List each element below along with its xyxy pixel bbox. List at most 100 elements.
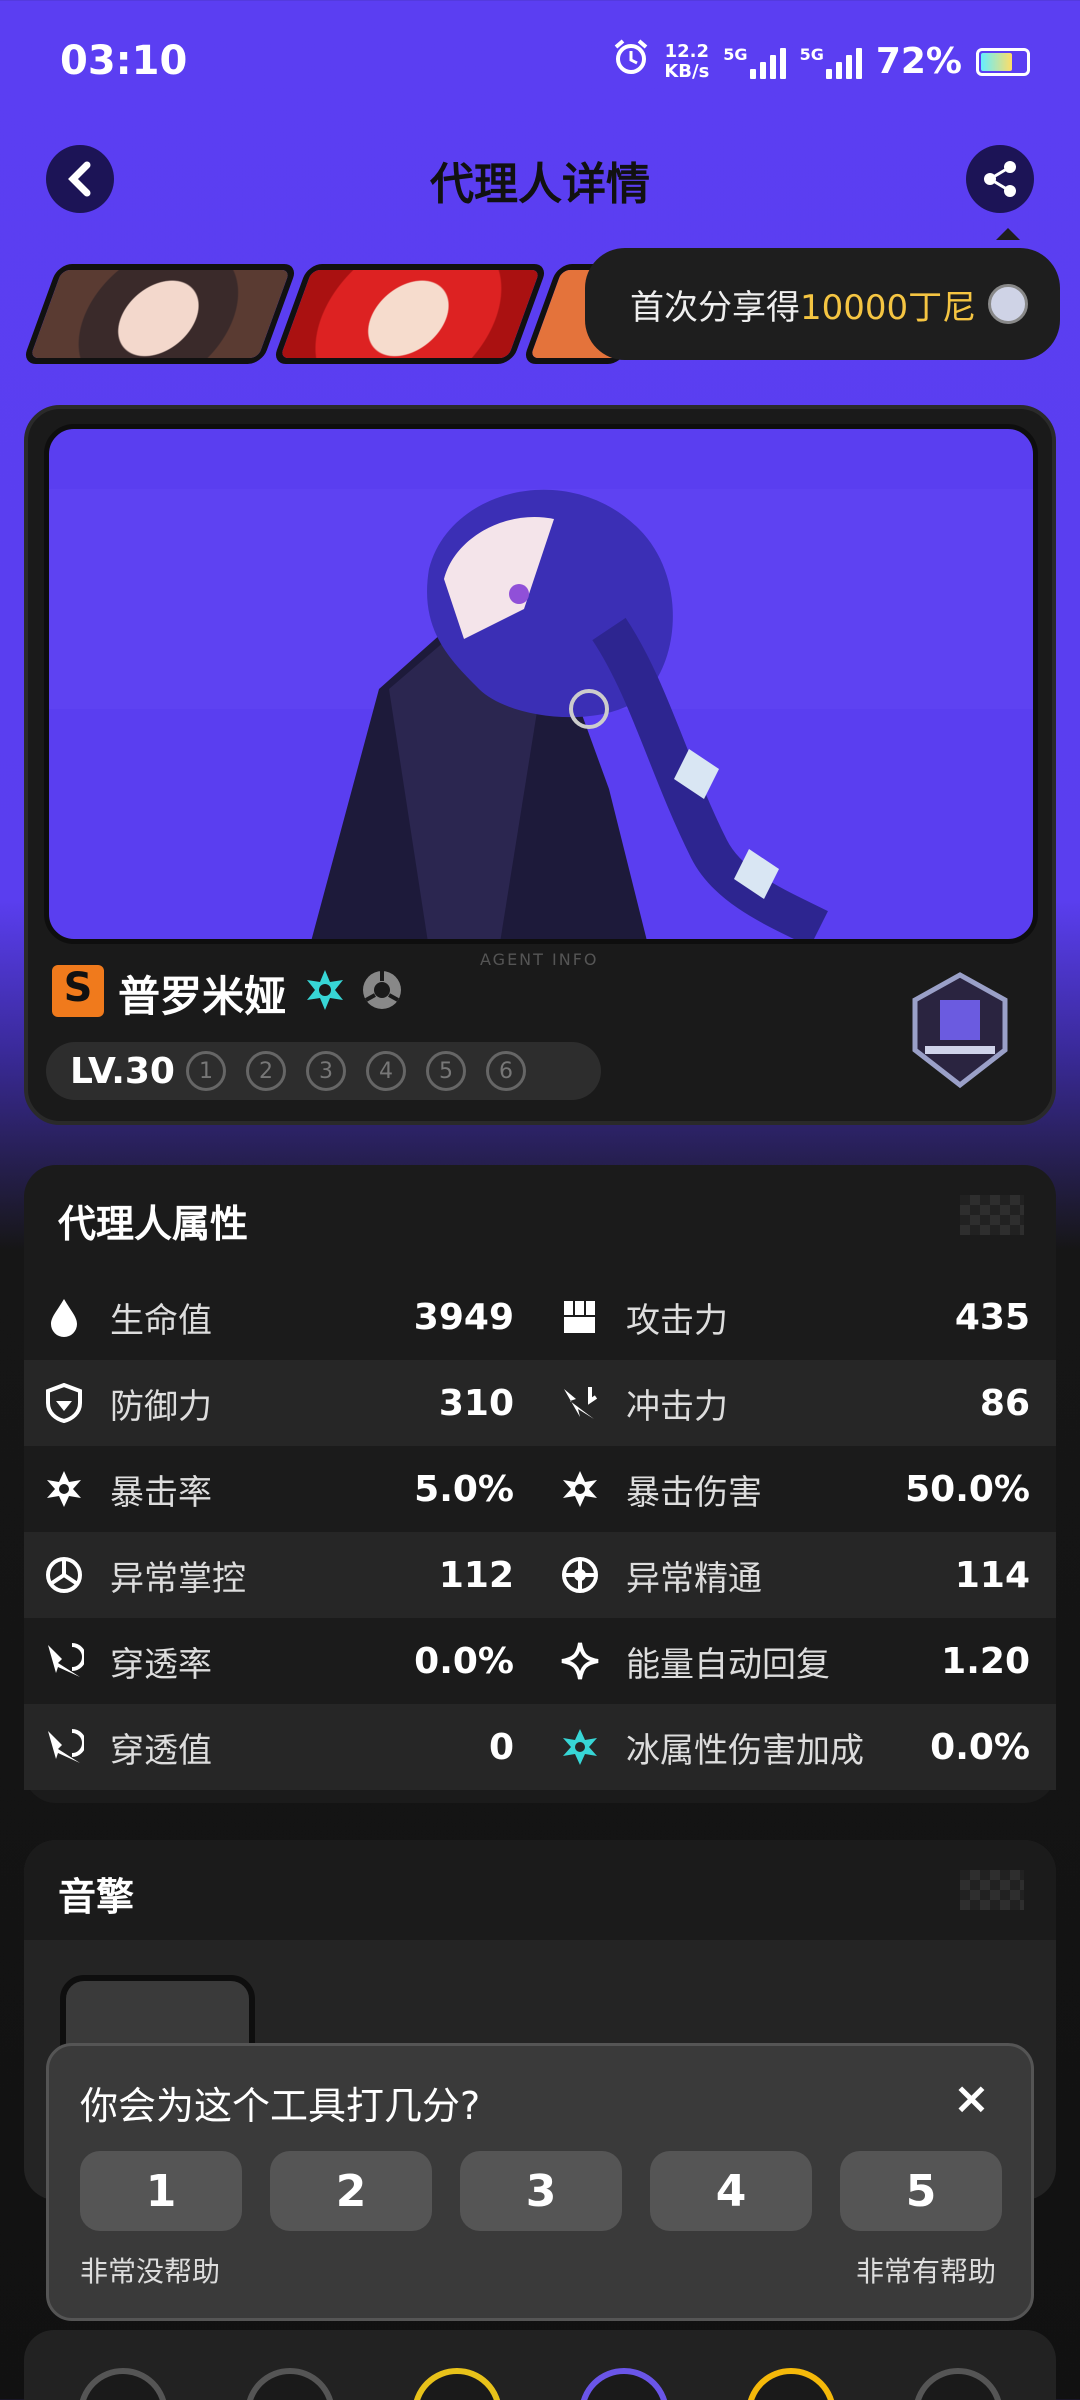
agent-avatar — [279, 270, 541, 358]
score-button-1[interactable]: 1 — [80, 2151, 242, 2231]
tooltip-text: 首次分享得 — [630, 287, 800, 328]
mindscape-4: 4 — [366, 1051, 406, 1091]
agent-name: 普罗米娅 — [118, 972, 287, 1021]
attr-crit-rate: 暴击率 5.0% — [24, 1465, 540, 1514]
attributes-title: 代理人属性 — [58, 1202, 249, 1246]
agent-tab-1[interactable] — [21, 264, 299, 364]
ice-attribute-icon — [560, 1727, 600, 1767]
score-button-5[interactable]: 5 — [840, 2151, 1002, 2231]
mindscape-2: 2 — [246, 1051, 286, 1091]
mindscape-6: 6 — [486, 1051, 526, 1091]
share-icon — [984, 161, 1016, 197]
attr-value: 1.20 — [941, 1640, 1030, 1682]
agent-portrait — [44, 424, 1038, 944]
attr-atk: 攻击力 435 — [540, 1293, 1056, 1342]
attr-label: 暴击伤害 — [626, 1472, 762, 1513]
signal-sim2: 5G — [800, 45, 862, 79]
attr-row: 防御力 310 冲击力 86 — [24, 1360, 1056, 1446]
fist-icon — [560, 1297, 600, 1337]
attr-def: 防御力 310 — [24, 1379, 540, 1428]
tooltip-reward: 10000丁尼 — [800, 287, 977, 328]
share-reward-tooltip[interactable]: 首次分享得 10000丁尼 — [585, 228, 1060, 360]
attr-anomaly-control: 异常掌控 112 — [24, 1551, 540, 1600]
attr-value: 0.0% — [414, 1640, 514, 1682]
w-engine-title: 音擎 — [58, 1875, 135, 1919]
agent-avatar — [29, 270, 291, 358]
sim2-label: 5G — [799, 44, 824, 64]
attr-pen-ratio: 穿透率 0.0% — [24, 1637, 540, 1686]
alarm-icon — [612, 38, 650, 85]
w-engine-header — [24, 1840, 1056, 1940]
attr-anomaly-mastery: 异常精通 114 — [540, 1551, 1056, 1600]
attr-value: 3949 — [413, 1296, 514, 1338]
attr-value: 435 — [954, 1296, 1030, 1338]
mindscape-1: 1 — [186, 1051, 226, 1091]
net-speed-value: 12.2 — [664, 40, 710, 62]
attr-row: 穿透值 0 冰属性伤害加成 0.0% — [24, 1704, 1056, 1790]
attr-row: 暴击率 5.0% 暴击伤害 50.0% — [24, 1446, 1056, 1532]
attr-crit-dmg: 暴击伤害 50.0% — [540, 1465, 1056, 1514]
mindscape-3: 3 — [306, 1051, 346, 1091]
attr-label: 异常掌控 — [110, 1558, 246, 1599]
decor-checker — [960, 1870, 1024, 1910]
score-button-2[interactable]: 2 — [270, 2151, 432, 2231]
rank-s-badge: S — [52, 965, 104, 1017]
attr-value: 50.0% — [905, 1468, 1030, 1510]
score-button-3[interactable]: 3 — [460, 2151, 622, 2231]
signal-bars-icon — [749, 45, 786, 79]
level-bar: LV.30 1 2 3 4 5 6 — [46, 1042, 601, 1100]
penetration-icon — [44, 1641, 84, 1681]
faction-emblem-icon — [905, 970, 1015, 1094]
energy-sparkle-icon — [560, 1641, 600, 1681]
attr-label: 穿透率 — [110, 1644, 212, 1685]
attr-label: 攻击力 — [626, 1300, 728, 1341]
attr-row: 生命值 3949 攻击力 435 — [24, 1274, 1056, 1360]
status-icons: 12.2 KB/s 5G 5G 72% — [612, 38, 1030, 85]
signal-bars-icon — [825, 45, 862, 79]
crit-star-icon — [560, 1469, 600, 1509]
rating-question: 你会为这个工具打几分? — [80, 2084, 481, 2128]
anomaly-control-icon — [44, 1555, 84, 1595]
attr-row: 穿透率 0.0% 能量自动回复 1.20 — [24, 1618, 1056, 1704]
penetration-icon — [44, 1727, 84, 1767]
signal-sim1: 5G — [723, 45, 786, 79]
attr-label: 冰属性伤害加成 — [626, 1730, 864, 1771]
attr-label: 异常精通 — [626, 1558, 762, 1599]
bottom-icon-strip — [24, 2330, 1056, 2400]
attr-label: 穿透值 — [110, 1730, 212, 1771]
attr-label: 暴击率 — [110, 1472, 212, 1513]
attr-value: 0 — [488, 1726, 514, 1768]
droplet-icon — [44, 1297, 84, 1337]
crit-star-icon — [44, 1469, 84, 1509]
attr-label: 防御力 — [110, 1386, 212, 1427]
attr-value: 310 — [438, 1382, 514, 1424]
rating-high-label: 非常有帮助 — [856, 2255, 997, 2288]
battery-icon — [976, 47, 1030, 76]
agent-level: LV.30 — [70, 1050, 175, 1092]
rating-low-label: 非常没帮助 — [80, 2255, 221, 2288]
score-button-4[interactable]: 4 — [650, 2151, 812, 2231]
attr-value: 112 — [438, 1554, 514, 1596]
net-speed-unit: KB/s — [664, 60, 710, 82]
status-time: 03:10 — [60, 38, 188, 84]
page-title: 代理人详情 — [430, 159, 650, 210]
attr-label: 生命值 — [110, 1300, 212, 1341]
mindscape-5: 5 — [426, 1051, 466, 1091]
attr-value: 114 — [954, 1554, 1030, 1596]
attr-hp: 生命值 3949 — [24, 1293, 540, 1342]
agent-tab-2[interactable] — [271, 264, 549, 364]
decor-checker — [960, 1195, 1024, 1235]
anomaly-mastery-icon — [560, 1555, 600, 1595]
anomaly-specialty-icon — [360, 968, 404, 1016]
dennies-coin-icon — [988, 284, 1029, 324]
attr-ice-dmg-bonus: 冰属性伤害加成 0.0% — [540, 1723, 1056, 1772]
attr-impact: 冲击力 86 — [540, 1379, 1056, 1428]
attr-value: 0.0% — [930, 1726, 1030, 1768]
attr-value: 5.0% — [414, 1468, 514, 1510]
net-speed: 12.2 KB/s — [664, 40, 710, 82]
ice-attribute-icon — [303, 968, 347, 1016]
attr-energy-regen: 能量自动回复 1.20 — [540, 1637, 1056, 1686]
card-watermark: AGENT INFO — [480, 950, 599, 969]
share-button[interactable] — [966, 145, 1034, 213]
close-rating-button[interactable]: × — [953, 2073, 990, 2124]
